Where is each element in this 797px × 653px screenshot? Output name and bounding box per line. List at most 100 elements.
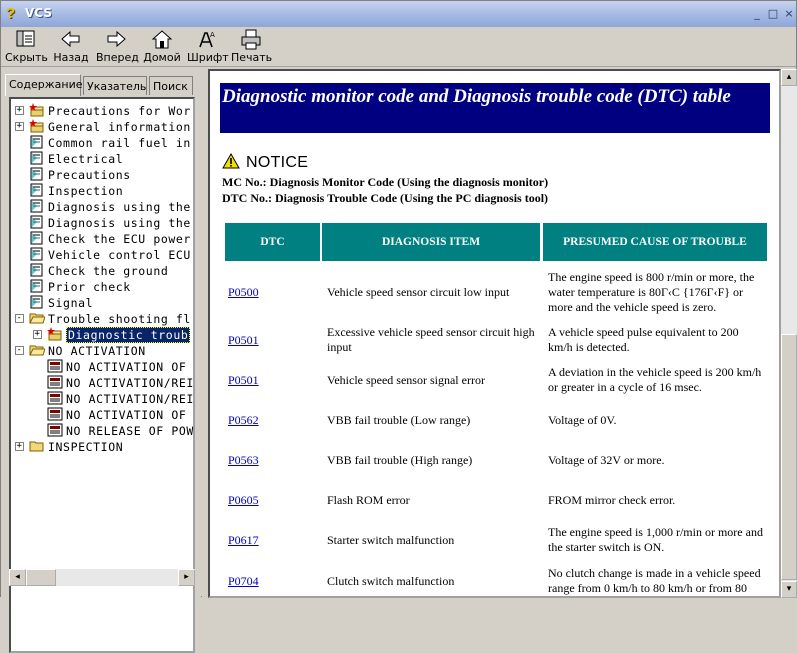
expand-icon[interactable]: + [33, 330, 42, 339]
maximize-button[interactable]: □ [765, 6, 781, 22]
note-mc: MC No.: Diagnosis Monitor Code (Using th… [222, 175, 549, 189]
dtc-code-link[interactable]: P0617 [228, 533, 308, 548]
tree-item-label: Inspection [48, 184, 124, 198]
title-bar[interactable]: ? VCS _ □ × [1, 1, 796, 27]
minimize-button[interactable]: _ [749, 6, 765, 22]
table-row: P0501 Excessive vehicle speed sensor circ… [210, 321, 779, 359]
note-dtc: DTC No.: Diagnosis Trouble Code (Using t… [222, 191, 549, 205]
font-icon: A [199, 31, 215, 48]
tree-item-label: Signal [48, 296, 94, 310]
notice: NOTICE [222, 153, 308, 172]
back-button-label: Назад [53, 51, 89, 64]
forward-button[interactable]: Вперед [96, 27, 139, 67]
close-button[interactable]: × [781, 6, 797, 22]
table-row: P0563 VBB fail trouble (High range) Voltag… [210, 441, 779, 479]
font-button[interactable]: A Шрифт [187, 27, 229, 67]
tree-item-label: INSPECTION [48, 440, 124, 454]
home-button[interactable]: Домой [143, 27, 181, 67]
vertical-scroll-thumb[interactable] [781, 334, 797, 580]
help-page-icon [29, 279, 45, 293]
document-icon [47, 391, 63, 405]
tab-search[interactable]: Поиск [149, 76, 193, 95]
print-button-label: Печать [231, 51, 273, 64]
help-page-icon [29, 215, 45, 229]
presumed-cause: FROM mirror check error. [548, 493, 676, 507]
scroll-down-button[interactable]: ▾ [781, 581, 797, 598]
help-page-icon [29, 247, 45, 261]
dtc-code-link[interactable]: P0563 [228, 453, 308, 468]
help-question-icon: ? [6, 5, 16, 22]
tree-item-label: NO ACTIVATION OF [66, 360, 187, 374]
expand-icon[interactable]: + [15, 106, 24, 115]
collapse-icon[interactable]: - [15, 346, 24, 355]
diagnosis-item: Starter switch malfunction [327, 533, 455, 547]
table-row: P0500 Vehicle speed sensor circuit low in… [210, 267, 779, 317]
tab-contents[interactable]: Содержание [5, 74, 83, 96]
header-presumed-cause: PRESUMED CAUSE OF TROUBLE [543, 223, 767, 261]
expand-icon[interactable]: + [15, 442, 24, 451]
dtc-code-link[interactable]: P0605 [228, 493, 308, 508]
printer-icon [241, 29, 261, 50]
folder-closed-icon [29, 439, 45, 453]
hide-button-label: Скрыть [5, 51, 48, 64]
diagnosis-item: Vehicle speed sensor circuit low input [327, 285, 510, 299]
presumed-cause: A vehicle speed pulse equivalent to 200 … [548, 325, 739, 354]
tree-item-label: Check the ECU power [48, 232, 191, 246]
scroll-up-button[interactable]: ▴ [781, 69, 797, 86]
back-button[interactable]: Назад [53, 27, 89, 67]
tree-item-label: General information [48, 120, 191, 134]
window-title: VCS [25, 6, 52, 20]
dtc-code-link[interactable]: P0500 [228, 285, 308, 300]
book-new-icon [29, 103, 45, 117]
dtc-code-link[interactable]: P0704 [228, 574, 308, 589]
tree-item-label: Trouble shooting fl [48, 312, 191, 326]
print-button[interactable]: Печать [231, 27, 273, 67]
document-icon [47, 407, 63, 421]
tree-item-label: Vehicle control ECU [48, 248, 191, 262]
presumed-cause: No clutch change is made in a vehicle sp… [548, 566, 761, 595]
diagnosis-item: Clutch switch malfunction [327, 574, 455, 588]
dtc-code-link[interactable]: P0501 [228, 333, 308, 348]
tree-item-label: Prior check [48, 280, 131, 294]
collapse-icon[interactable]: - [15, 314, 24, 323]
presumed-cause: Voltage of 32V or more. [548, 453, 665, 467]
table-row: P0562 VBB fail trouble (Low range) Voltage… [210, 401, 779, 439]
folder-open-icon [29, 311, 46, 325]
tree-item-label: NO ACTIVATION [48, 344, 146, 358]
hide-button[interactable]: Скрыть [5, 27, 48, 67]
horizontal-scroll-thumb[interactable] [26, 569, 56, 586]
help-page-icon [29, 295, 45, 309]
scroll-left-button[interactable]: ◂ [9, 569, 26, 586]
help-page-icon [29, 231, 45, 245]
warning-triangle-icon [222, 153, 240, 169]
tab-index[interactable]: Указатель [83, 76, 147, 95]
presumed-cause: The engine speed is 800 r/min or more, t… [548, 270, 755, 314]
dtc-code-link[interactable]: P0501 [228, 373, 308, 388]
hide-pane-icon [16, 30, 35, 47]
dtc-code-link[interactable]: P0562 [228, 413, 308, 428]
help-page-icon [29, 167, 45, 181]
content-vertical-scrollbar[interactable]: ▴ ▾ [781, 69, 797, 598]
home-icon [151, 30, 173, 49]
topic-heading: Diagnostic monitor code and Diagnosis tr… [220, 83, 770, 133]
tree-horizontal-scrollbar[interactable]: ◂ ▸ [9, 569, 195, 586]
tree-item-label: Diagnosis using the [48, 200, 191, 214]
expand-icon[interactable]: + [15, 122, 24, 131]
diagnosis-item: Flash ROM error [327, 493, 410, 507]
document-icon [47, 359, 63, 373]
diagnosis-item: Vehicle speed sensor signal error [327, 373, 485, 387]
tree-item-label: Diagnostic troub [66, 327, 191, 343]
tree-item-label: NO ACTIVATION/REI [66, 376, 194, 390]
help-page-icon [29, 199, 45, 213]
help-page-icon [29, 151, 45, 165]
scroll-right-button[interactable]: ▸ [178, 569, 195, 586]
diagnosis-item: VBB fail trouble (Low range) [327, 413, 471, 427]
toolbar: Скрыть Назад Вперед Домой A Шрифт Печать [1, 27, 796, 67]
table-row: P0617 Starter switch malfunction The engin… [210, 521, 779, 559]
tree-item-label: Diagnosis using the [48, 216, 191, 230]
forward-button-label: Вперед [96, 51, 139, 64]
font-button-label: Шрифт [187, 51, 229, 64]
notice-label: NOTICE [246, 154, 309, 171]
tree-item-label: Electrical [48, 152, 124, 166]
tree-item-label: NO ACTIVATION/REI [66, 392, 194, 406]
